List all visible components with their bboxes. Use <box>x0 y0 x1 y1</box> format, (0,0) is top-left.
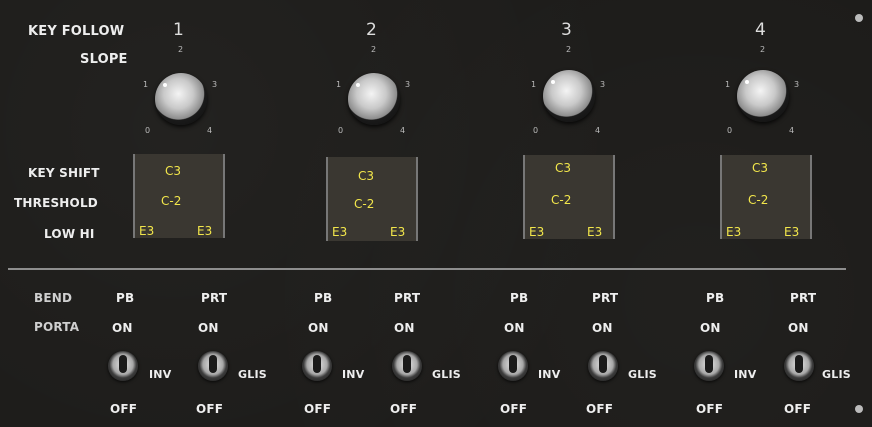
bend-toggle-switch[interactable] <box>694 351 724 381</box>
key-shift-display: C3 C-2 E3 E3 <box>326 157 418 241</box>
porta-toggle-switch[interactable] <box>392 351 422 381</box>
scale-3: 3 <box>600 80 606 89</box>
inv-label: INV <box>342 368 365 381</box>
screw-top-right <box>855 14 863 22</box>
section-divider <box>8 268 846 270</box>
scale-4: 4 <box>400 126 406 135</box>
inv-label: INV <box>734 368 757 381</box>
channel-number: 3 <box>561 20 572 40</box>
glis-label: GLIS <box>238 368 267 381</box>
bend-toggle-switch[interactable] <box>108 351 138 381</box>
threshold-value[interactable]: C-2 <box>161 194 181 208</box>
hi-value[interactable]: E3 <box>390 225 405 239</box>
key-shift-value[interactable]: C3 <box>555 161 571 175</box>
inv-label: INV <box>538 368 561 381</box>
glis-label: GLIS <box>432 368 461 381</box>
scale-4: 4 <box>595 126 601 135</box>
bend-toggle-switch[interactable] <box>498 351 528 381</box>
scale-3: 3 <box>405 80 411 89</box>
threshold-value[interactable]: C-2 <box>354 197 374 211</box>
threshold-value[interactable]: C-2 <box>551 193 571 207</box>
porta-on-label: ON <box>592 321 613 335</box>
porta-on-label: ON <box>788 321 809 335</box>
scale-3: 3 <box>212 80 218 89</box>
threshold-value[interactable]: C-2 <box>748 193 768 207</box>
scale-0: 0 <box>727 126 733 135</box>
bend-label: BEND <box>34 291 73 305</box>
scale-1: 1 <box>531 80 537 89</box>
porta-label: PORTA <box>34 320 80 334</box>
glis-label: GLIS <box>822 368 851 381</box>
pb-label: PB <box>116 291 135 305</box>
bend-on-label: ON <box>504 321 525 335</box>
bend-off-label: OFF <box>696 402 724 416</box>
low-value[interactable]: E3 <box>529 225 544 239</box>
bend-on-label: ON <box>112 321 133 335</box>
porta-toggle-switch[interactable] <box>588 351 618 381</box>
pb-label: PB <box>706 291 725 305</box>
scale-4: 4 <box>207 126 213 135</box>
bend-off-label: OFF <box>110 402 138 416</box>
scale-3: 3 <box>794 80 800 89</box>
prt-label: PRT <box>790 291 817 305</box>
channel-number: 1 <box>173 20 184 40</box>
pb-label: PB <box>510 291 529 305</box>
key-follow-panel: KEY FOLLOW SLOPE KEY SHIFT THRESHOLD LOW… <box>0 0 872 427</box>
porta-off-label: OFF <box>390 402 418 416</box>
low-hi-label: LOW HI <box>44 227 95 241</box>
hi-value[interactable]: E3 <box>197 224 212 238</box>
low-value[interactable]: E3 <box>139 224 154 238</box>
scale-2: 2 <box>760 45 766 54</box>
screw-bottom-right <box>855 405 863 413</box>
key-shift-display: C3 C-2 E3 E3 <box>720 155 812 239</box>
scale-1: 1 <box>143 80 149 89</box>
low-value[interactable]: E3 <box>332 225 347 239</box>
bend-on-label: ON <box>308 321 329 335</box>
channel-number: 4 <box>755 20 766 40</box>
key-shift-display: C3 C-2 E3 E3 <box>523 155 615 239</box>
bend-off-label: OFF <box>304 402 332 416</box>
scale-4: 4 <box>789 126 795 135</box>
bend-off-label: OFF <box>500 402 528 416</box>
prt-label: PRT <box>394 291 421 305</box>
scale-1: 1 <box>725 80 731 89</box>
porta-off-label: OFF <box>586 402 614 416</box>
porta-off-label: OFF <box>196 402 224 416</box>
porta-toggle-switch[interactable] <box>198 351 228 381</box>
scale-2: 2 <box>371 45 377 54</box>
slope-knob[interactable] <box>348 73 400 125</box>
prt-label: PRT <box>201 291 228 305</box>
inv-label: INV <box>149 368 172 381</box>
scale-1: 1 <box>336 80 342 89</box>
channel-number: 2 <box>366 20 377 40</box>
pb-label: PB <box>314 291 333 305</box>
porta-off-label: OFF <box>784 402 812 416</box>
slope-knob[interactable] <box>543 70 595 122</box>
threshold-label: THRESHOLD <box>14 196 98 210</box>
scale-2: 2 <box>566 45 572 54</box>
porta-on-label: ON <box>394 321 415 335</box>
key-shift-label: KEY SHIFT <box>28 166 100 180</box>
slope-label: SLOPE <box>80 52 128 67</box>
low-value[interactable]: E3 <box>726 225 741 239</box>
glis-label: GLIS <box>628 368 657 381</box>
slope-knob[interactable] <box>155 73 207 125</box>
prt-label: PRT <box>592 291 619 305</box>
hi-value[interactable]: E3 <box>587 225 602 239</box>
key-shift-value[interactable]: C3 <box>358 169 374 183</box>
scale-0: 0 <box>338 126 344 135</box>
key-shift-display: C3 C-2 E3 E3 <box>133 154 225 238</box>
bend-on-label: ON <box>700 321 721 335</box>
porta-on-label: ON <box>198 321 219 335</box>
key-shift-value[interactable]: C3 <box>752 161 768 175</box>
scale-2: 2 <box>178 45 184 54</box>
scale-0: 0 <box>145 126 151 135</box>
porta-toggle-switch[interactable] <box>784 351 814 381</box>
bend-toggle-switch[interactable] <box>302 351 332 381</box>
slope-knob[interactable] <box>737 70 789 122</box>
scale-0: 0 <box>533 126 539 135</box>
hi-value[interactable]: E3 <box>784 225 799 239</box>
key-follow-label: KEY FOLLOW <box>28 24 125 39</box>
key-shift-value[interactable]: C3 <box>165 164 181 178</box>
